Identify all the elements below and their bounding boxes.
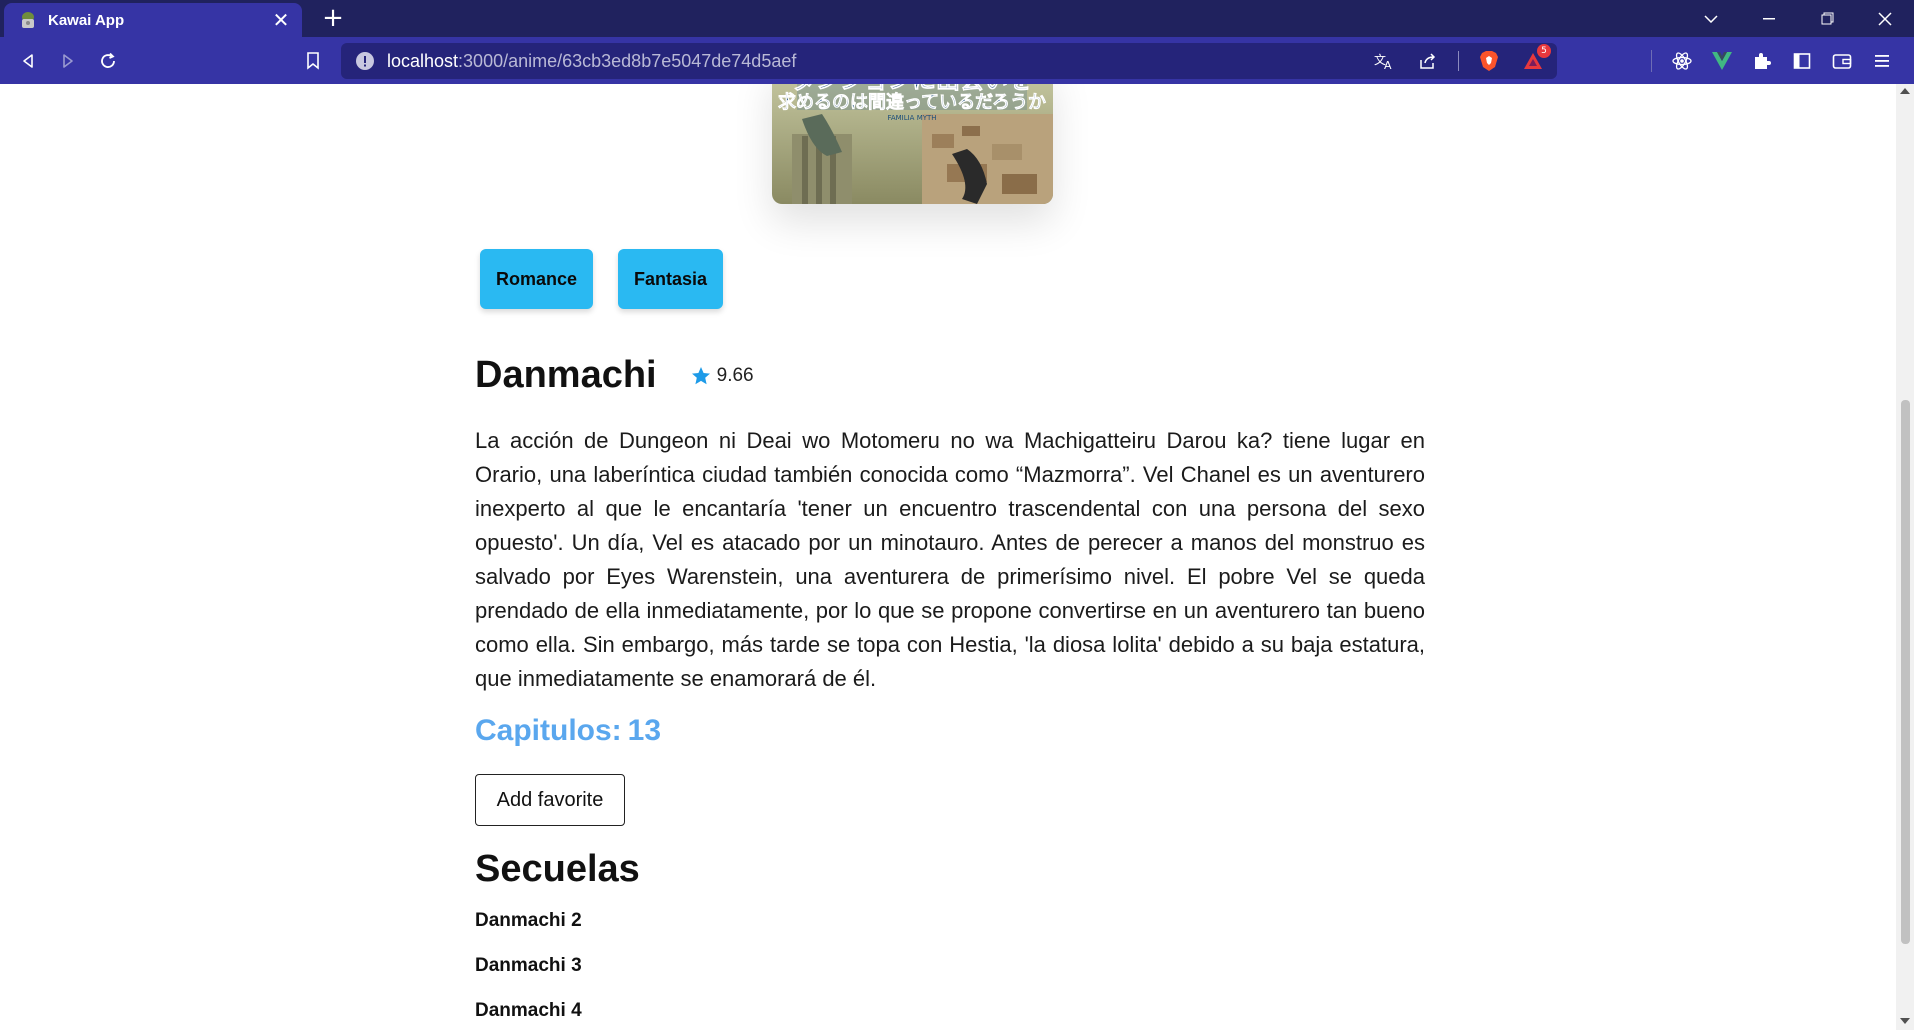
url-text[interactable]: localhost:3000/anime/63cb3ed8b7e5047de74… bbox=[387, 51, 796, 72]
anime-title: Danmachi bbox=[475, 354, 657, 396]
genre-chip[interactable]: Romance bbox=[480, 249, 594, 309]
chapters-label: Capitulos: bbox=[475, 714, 622, 747]
title-row: Danmachi 9.66 bbox=[475, 354, 754, 397]
browser-tab-bar: Kawai App ✕ + bbox=[0, 0, 1914, 37]
wallet-icon[interactable] bbox=[1828, 47, 1856, 75]
anime-synopsis: La acción de Dungeon ni Deai wo Motomeru… bbox=[475, 428, 1425, 691]
brave-rewards-icon[interactable]: 5 bbox=[1519, 44, 1551, 75]
share-icon[interactable] bbox=[1414, 47, 1442, 75]
sequel-item[interactable]: Danmachi 4 bbox=[475, 1000, 582, 1022]
genre-chip[interactable]: Fantasia bbox=[618, 249, 724, 309]
page-viewport: ダンジョンに出会いを 求めるのは間違っているだろうか FAMILIA MYTH … bbox=[0, 84, 1914, 1030]
chapters-value: 13 bbox=[627, 714, 662, 747]
sequel-item[interactable]: Danmachi 3 bbox=[475, 955, 582, 977]
svg-text:求めるのは間違っているだろうか: 求めるのは間違っているだろうか bbox=[778, 91, 1046, 113]
close-tab-icon[interactable]: ✕ bbox=[270, 8, 292, 32]
genre-list: Romance Fantasia bbox=[480, 249, 724, 309]
rating-value: 9.66 bbox=[716, 364, 754, 386]
svg-text:A: A bbox=[1384, 59, 1392, 70]
sidebar-icon[interactable] bbox=[1788, 47, 1816, 75]
page-scrollbar[interactable] bbox=[1896, 84, 1914, 1030]
scroll-up-icon[interactable] bbox=[1900, 88, 1910, 94]
url-path: :3000/anime/63cb3ed8b7e5047de74d5aef bbox=[458, 50, 797, 71]
minimize-icon[interactable] bbox=[1740, 0, 1798, 37]
tab-title: Kawai App bbox=[48, 11, 125, 29]
window-controls bbox=[1682, 0, 1914, 37]
chapters-count: Capitulos: 13 bbox=[475, 714, 661, 748]
back-icon[interactable] bbox=[12, 45, 44, 77]
url-host: localhost bbox=[387, 50, 459, 71]
bookmark-icon[interactable] bbox=[297, 45, 329, 77]
restore-icon[interactable] bbox=[1798, 0, 1856, 37]
puzzle-icon[interactable] bbox=[1748, 47, 1776, 75]
divider bbox=[1458, 51, 1459, 71]
reload-icon[interactable] bbox=[92, 45, 124, 77]
star-icon bbox=[691, 366, 710, 384]
translate-icon[interactable]: 文A bbox=[1370, 47, 1398, 75]
browser-toolbar: localhost:3000/anime/63cb3ed8b7e5047de74… bbox=[0, 37, 1914, 84]
site-info-icon[interactable] bbox=[355, 51, 375, 71]
anime-cover-image: ダンジョンに出会いを 求めるのは間違っているだろうか FAMILIA MYTH bbox=[772, 84, 1053, 204]
brave-shield-icon[interactable] bbox=[1475, 47, 1503, 75]
vue-icon[interactable] bbox=[1708, 47, 1736, 75]
divider bbox=[1651, 50, 1652, 72]
menu-icon[interactable] bbox=[1868, 47, 1896, 75]
sequels-heading: Secuelas bbox=[475, 848, 640, 890]
svg-text:FAMILIA MYTH: FAMILIA MYTH bbox=[887, 114, 936, 122]
react-icon[interactable] bbox=[1668, 47, 1696, 75]
tab-list-chevron-icon[interactable] bbox=[1682, 0, 1740, 37]
new-tab-icon[interactable]: + bbox=[318, 3, 348, 33]
scrollbar-thumb[interactable] bbox=[1901, 400, 1910, 944]
rating: 9.66 bbox=[691, 365, 754, 387]
scroll-down-icon[interactable] bbox=[1900, 1018, 1910, 1024]
add-favorite-button[interactable]: Add favorite bbox=[475, 774, 625, 826]
browser-tab[interactable]: Kawai App ✕ bbox=[4, 3, 302, 37]
close-window-icon[interactable] bbox=[1856, 0, 1914, 37]
forward-icon[interactable] bbox=[52, 45, 84, 77]
address-bar[interactable]: localhost:3000/anime/63cb3ed8b7e5047de74… bbox=[341, 43, 1557, 79]
rewards-badge: 5 bbox=[1537, 44, 1551, 58]
app-favicon-icon bbox=[18, 10, 38, 30]
sequel-item[interactable]: Danmachi 2 bbox=[475, 910, 582, 932]
